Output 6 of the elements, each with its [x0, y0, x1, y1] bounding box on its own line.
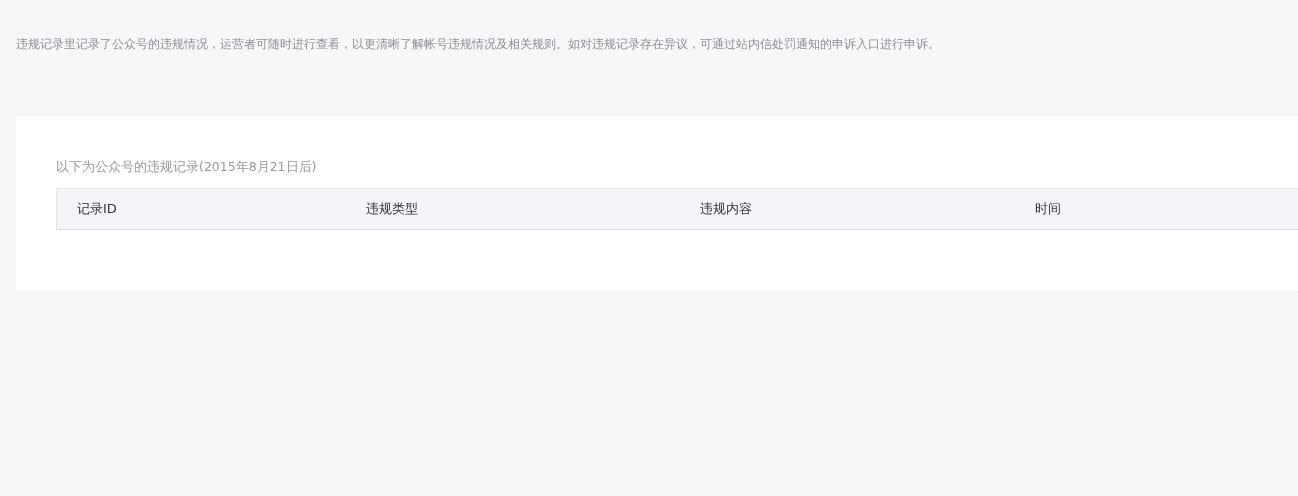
column-header: 违规内容 [699, 200, 753, 218]
column-header: 记录ID [76, 200, 117, 218]
table-caption: 以下为公众号的违规记录(2015年8月21日后) [56, 158, 317, 176]
column-header: 时间 [1033, 200, 1061, 218]
column-header: 违规类型 [365, 200, 418, 218]
notice-text: 违规记录里记录了公众号的违规情况，运营者可随时进行查看，以更清晰了解帐号违规情况及相关规则。如对违规记录存在异议，可通过站内信处罚通知的申诉入口进行申诉。 [15, 36, 941, 53]
